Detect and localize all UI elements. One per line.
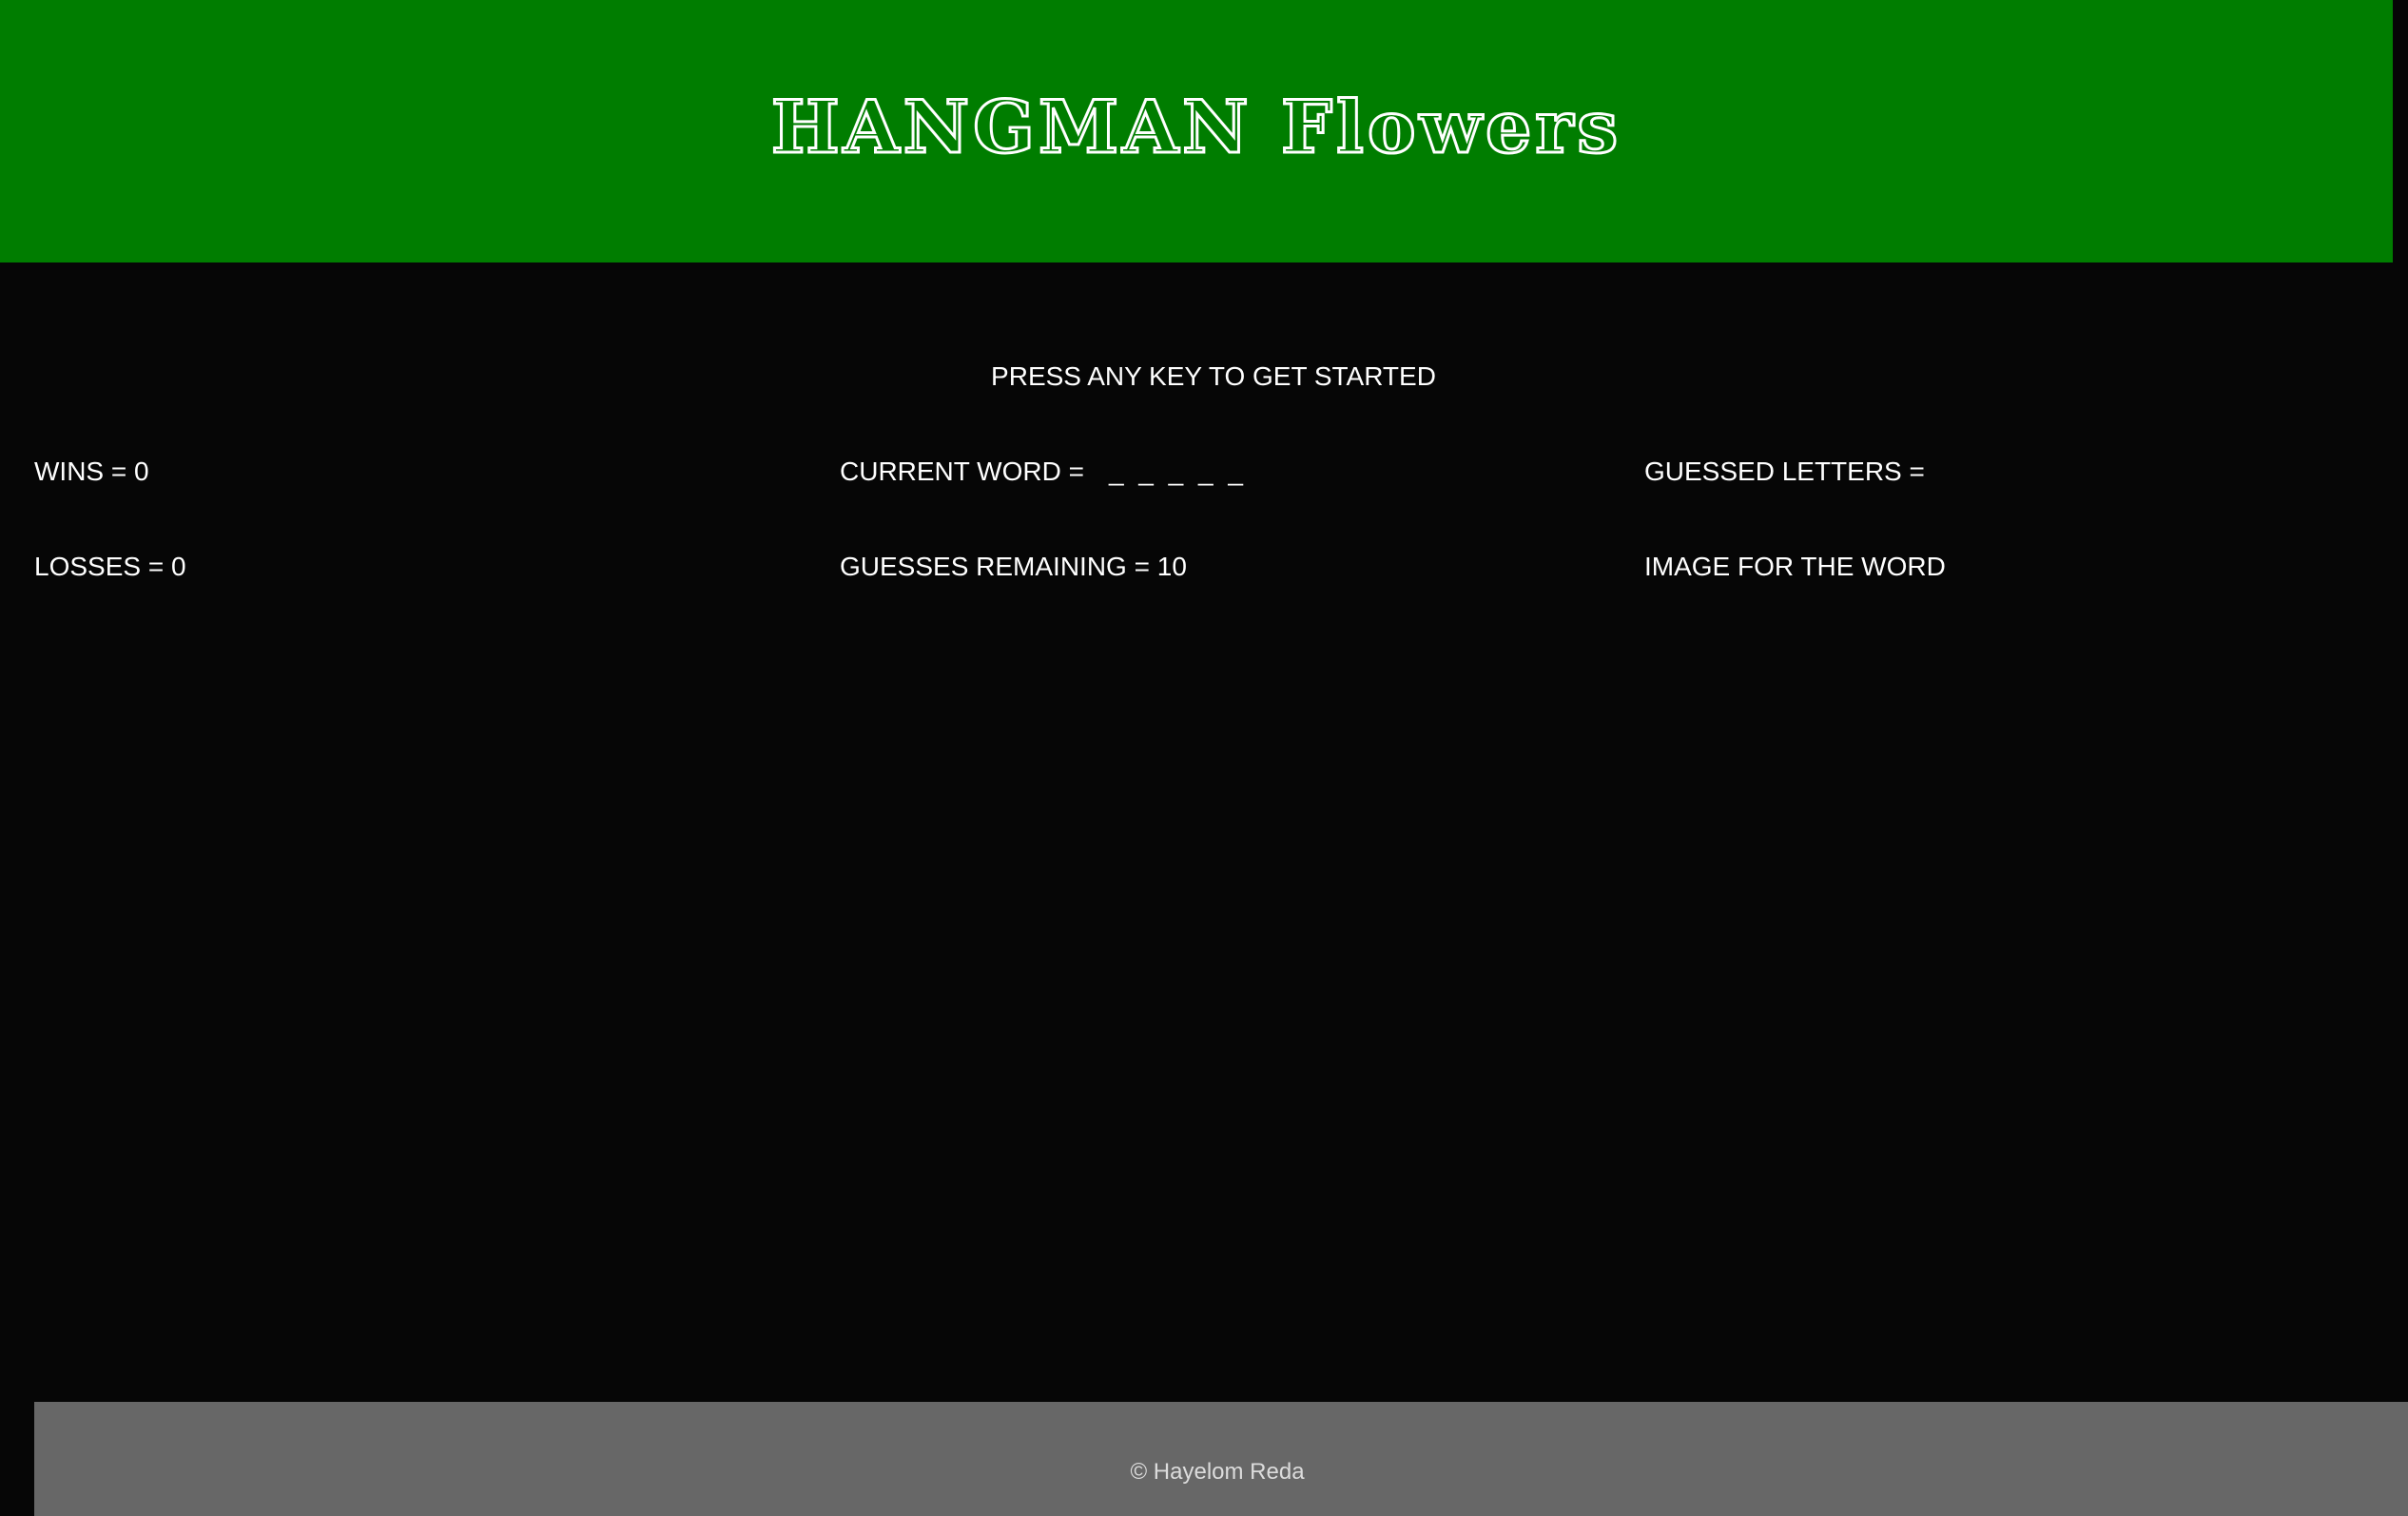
word-image-label: IMAGE FOR THE WORD (1644, 552, 1946, 581)
current-word-blanks: _ _ _ _ _ (1108, 457, 1247, 486)
page-title: HANGMAN Flowers (769, 85, 1622, 169)
losses-counter: LOSSES = 0 (34, 552, 186, 581)
current-word-label: CURRENT WORD = (840, 457, 1084, 486)
guessed-letters: GUESSED LETTERS = (1644, 457, 1925, 486)
word-image (1644, 609, 2367, 1331)
wins-counter: WINS = 0 (34, 457, 149, 486)
guesses-remaining: GUESSES REMAINING = 10 (840, 552, 1187, 581)
current-word: CURRENT WORD = _ _ _ _ _ (840, 455, 1247, 489)
start-prompt: PRESS ANY KEY TO GET STARTED (991, 361, 1436, 391)
footer-copyright: © Hayelom Reda (1130, 1459, 1305, 1485)
